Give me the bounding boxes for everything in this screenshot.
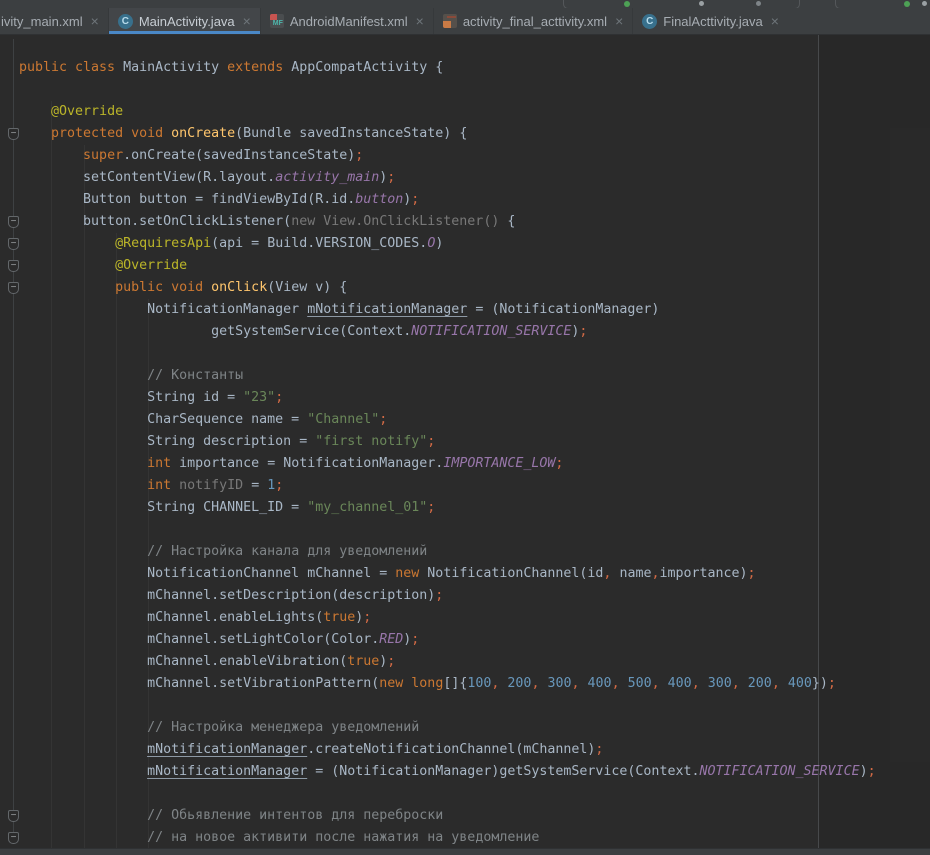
java-class-icon: C <box>118 14 133 29</box>
code-line: mNotificationManager = (NotificationMana… <box>19 761 930 783</box>
run-icon[interactable] <box>624 1 630 7</box>
code-line: NotificationChannel mChannel = new Notif… <box>19 563 930 585</box>
code-line: int importance = NotificationManager.IMP… <box>19 453 930 475</box>
toolbar-glyph[interactable] <box>922 1 927 6</box>
code-editor[interactable]: public class MainActivity extends AppCom… <box>0 35 930 848</box>
code-line: mChannel.enableLights(true); <box>19 607 930 629</box>
code-line: // на новое активити после нажатия на ув… <box>19 827 930 848</box>
fold-marker[interactable]: − <box>8 282 19 294</box>
code-line: mChannel.setLightColor(Color.RED); <box>19 629 930 651</box>
code-line: @Override <box>19 101 930 123</box>
tab-label: ivity_main.xml <box>1 14 83 29</box>
fold-marker[interactable]: − <box>8 832 19 844</box>
fold-marker[interactable]: − <box>8 238 19 250</box>
tab-close-icon[interactable]: × <box>243 14 251 28</box>
tab-label: MainActivity.java <box>139 14 235 29</box>
java-class-icon: C <box>642 14 657 29</box>
tab-finalacttivity-java[interactable]: C FinalActtivity.java × <box>632 8 788 34</box>
fold-marker[interactable]: − <box>8 810 19 822</box>
run-configuration-widget[interactable] <box>563 0 800 8</box>
code-area[interactable]: public class MainActivity extends AppCom… <box>0 35 930 848</box>
manifest-file-icon: MF <box>270 14 284 28</box>
code-line <box>19 343 930 365</box>
code-line: mNotificationManager.createNotificationC… <box>19 739 930 761</box>
tab-close-icon[interactable]: × <box>416 14 424 28</box>
code-line <box>19 783 930 805</box>
code-line <box>19 695 930 717</box>
code-line: String description = "first notify"; <box>19 431 930 453</box>
code-line: public class MainActivity extends AppCom… <box>19 57 930 79</box>
tab-label: AndroidManifest.xml <box>290 14 408 29</box>
code-line: @RequiresApi(api = Build.VERSION_CODES.O… <box>19 233 930 255</box>
tool-window-bar: TODOProblemsTerminalLogcatBuildProfilerA… <box>0 848 930 855</box>
code-line: getSystemService(Context.NOTIFICATION_SE… <box>19 321 930 343</box>
fold-marker[interactable]: − <box>8 260 19 272</box>
code-line: // Константы <box>19 365 930 387</box>
tab-ivity-main-xml[interactable]: ivity_main.xml × <box>0 8 108 34</box>
code-line: mChannel.setVibrationPattern(new long[]{… <box>19 673 930 695</box>
main-toolbar-strip <box>0 0 930 8</box>
code-line: @Override <box>19 255 930 277</box>
code-line <box>19 79 930 101</box>
xml-layout-file-icon <box>443 14 457 28</box>
ide-window: ivity_main.xml × C MainActivity.java × MF Andr… <box>0 0 930 855</box>
status-dot-icon <box>904 1 910 7</box>
code-line: protected void onCreate(Bundle savedInst… <box>19 123 930 145</box>
code-line: mChannel.setDescription(description); <box>19 585 930 607</box>
code-line: // Настройка канала для уведомлений <box>19 541 930 563</box>
fold-marker[interactable]: − <box>8 216 19 228</box>
code-line: mChannel.enableVibration(true); <box>19 651 930 673</box>
tab-androidmanifest-xml[interactable]: MF AndroidManifest.xml × <box>260 8 433 34</box>
tab-close-icon[interactable]: × <box>771 14 779 28</box>
code-line: String id = "23"; <box>19 387 930 409</box>
code-line: setContentView(R.layout.activity_main); <box>19 167 930 189</box>
code-line: button.setOnClickListener(new View.OnCli… <box>19 211 930 233</box>
device-widget[interactable] <box>835 0 930 8</box>
code-line: int notifyID = 1; <box>19 475 930 497</box>
code-line <box>19 519 930 541</box>
tab-activity-final-acttivity-xml[interactable]: activity_final_acttivity.xml × <box>433 8 632 34</box>
code-line: // Обьявление интентов для переброски <box>19 805 930 827</box>
code-line: Button button = findViewById(R.id.button… <box>19 189 930 211</box>
code-line: CharSequence name = "Channel"; <box>19 409 930 431</box>
code-line: super.onCreate(savedInstanceState); <box>19 145 930 167</box>
toolbar-glyph[interactable] <box>756 1 761 6</box>
tab-close-icon[interactable]: × <box>615 14 623 28</box>
code-line: NotificationManager mNotificationManager… <box>19 299 930 321</box>
editor-tab-bar: ivity_main.xml × C MainActivity.java × MF Andr… <box>0 8 930 35</box>
fold-marker[interactable]: − <box>8 128 19 140</box>
tab-label: FinalActtivity.java <box>663 14 762 29</box>
code-line: // Настройка менеджера уведомлений <box>19 717 930 739</box>
tab-close-icon[interactable]: × <box>91 14 99 28</box>
tab-mainactivity-java[interactable]: C MainActivity.java × <box>108 8 260 34</box>
tab-label: activity_final_acttivity.xml <box>463 14 607 29</box>
code-line: String CHANNEL_ID = "my_channel_01"; <box>19 497 930 519</box>
toolbar-glyph[interactable] <box>699 1 704 6</box>
code-line: public void onClick(View v) { <box>19 277 930 299</box>
